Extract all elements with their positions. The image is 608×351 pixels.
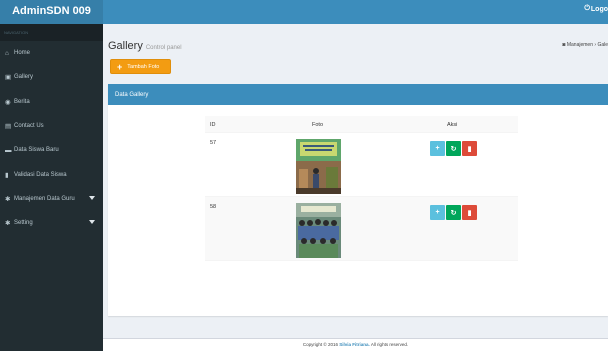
page-subtitle: Control panel xyxy=(145,45,182,51)
footer: Copyright © 2016 Silvia Fitriana. All ri… xyxy=(103,338,608,351)
plus-icon: + xyxy=(435,145,440,152)
sidebar-item-label: Manajemen Data Guru xyxy=(14,195,75,202)
sidebar-item-label: Gallery xyxy=(14,74,34,81)
sidebar-item-validasi[interactable]: ▮ Validasi Data Siswa xyxy=(0,162,103,186)
contact-icon: ▤ xyxy=(5,123,12,131)
row-id: 58 xyxy=(210,204,217,210)
home-icon: ⌂ xyxy=(5,49,9,57)
sidebar-item-home[interactable]: ⌂ Home xyxy=(0,41,103,65)
main-content: Gallery Control panel ◙ Manajemen › Gale … xyxy=(103,24,608,351)
content-header: Gallery Control panel xyxy=(108,36,182,54)
box-title: Data Gallery xyxy=(108,86,608,105)
sidebar-item-berita[interactable]: ◉ Berita xyxy=(0,90,103,114)
caret-down-icon xyxy=(89,195,95,200)
sidebar-item-data-siswa-baru[interactable]: ▬ Data Siswa Baru xyxy=(0,138,103,162)
trash-icon: ▮ xyxy=(467,209,472,217)
gallery-box: Data Gallery ID Foto Aksi 57 + ↻ ▮ 58 + … xyxy=(108,84,608,316)
add-photo-label: Tambah Foto xyxy=(127,63,160,70)
sidebar-item-label: Home xyxy=(14,50,31,57)
sidebar-item-label: Berita xyxy=(14,98,30,105)
plus-icon: + xyxy=(117,61,123,72)
sidebar-item-manajemen-guru[interactable]: ✱ Manajemen Data Guru xyxy=(0,187,103,211)
breadcrumb-item[interactable]: Manajemen xyxy=(567,42,593,48)
update-row-button[interactable]: ↻ xyxy=(446,141,461,156)
update-row-button[interactable]: ↻ xyxy=(446,205,461,220)
image-icon: ▣ xyxy=(5,74,12,82)
sidebar-item-setting[interactable]: ✱ Setting xyxy=(0,211,103,235)
page-title: Gallery xyxy=(108,40,143,52)
sidebar-item-gallery[interactable]: ▣ Gallery xyxy=(0,65,103,89)
globe-icon: ◉ xyxy=(5,98,11,106)
delete-row-button[interactable]: ▮ xyxy=(462,205,477,220)
sidebar-item-label: Data Siswa Baru xyxy=(14,147,59,154)
sidebar: NAVIGATION ⌂ Home ▣ Gallery ◉ Berita ▤ C… xyxy=(0,24,103,351)
refresh-icon: ↻ xyxy=(450,145,457,153)
gallery-table: ID Foto Aksi 57 + ↻ ▮ 58 + ↻ ▮ xyxy=(205,116,518,261)
footer-author-link[interactable]: Silvia Fitriana. xyxy=(339,342,370,347)
footer-copyright: Copyright © 2016 xyxy=(302,342,339,347)
logout-button[interactable]: ⏻ Logo xyxy=(584,5,608,13)
sidebar-section-header: NAVIGATION xyxy=(0,24,103,41)
table-header: ID Foto Aksi xyxy=(205,116,518,133)
breadcrumb-item: Gale xyxy=(597,42,608,48)
dashboard-icon: ◙ xyxy=(562,42,566,48)
plus-icon: + xyxy=(435,209,440,216)
column-header-aksi: Aksi xyxy=(447,122,458,128)
sidebar-item-label: Contact Us xyxy=(14,123,44,130)
trash-icon: ▮ xyxy=(467,145,472,153)
top-navbar: AdminSDN 009 ⏻ Logo xyxy=(0,0,608,24)
file-icon: ▮ xyxy=(5,171,9,179)
logout-label: Logo xyxy=(590,5,608,13)
gallery-photo[interactable] xyxy=(296,203,341,258)
table-row: 57 + ↻ ▮ xyxy=(205,133,518,197)
sidebar-item-contact[interactable]: ▤ Contact Us xyxy=(0,114,103,138)
gear-icon: ✱ xyxy=(5,220,11,228)
folder-icon: ▬ xyxy=(5,146,12,154)
sidebar-item-label: Validasi Data Siswa xyxy=(14,171,67,178)
power-icon: ⏻ xyxy=(584,5,590,12)
add-row-button[interactable]: + xyxy=(430,205,445,220)
gallery-photo[interactable] xyxy=(296,139,341,194)
footer-rights: All rights reserved. xyxy=(370,342,409,347)
delete-row-button[interactable]: ▮ xyxy=(462,141,477,156)
refresh-icon: ↻ xyxy=(450,209,457,217)
gear-icon: ✱ xyxy=(5,195,11,203)
add-photo-button[interactable]: + Tambah Foto xyxy=(110,59,171,74)
row-id: 57 xyxy=(210,140,217,146)
row-actions: + ↻ ▮ xyxy=(430,205,477,220)
caret-down-icon xyxy=(89,220,95,225)
column-header-foto: Foto xyxy=(312,122,324,128)
add-row-button[interactable]: + xyxy=(430,141,445,156)
breadcrumb: ◙ Manajemen › Gale xyxy=(562,42,608,48)
row-actions: + ↻ ▮ xyxy=(430,141,477,156)
brand-logo[interactable]: AdminSDN 009 xyxy=(0,0,103,24)
table-row: 58 + ↻ ▮ xyxy=(205,197,518,261)
column-header-id: ID xyxy=(210,122,216,128)
sidebar-item-label: Setting xyxy=(14,220,33,227)
